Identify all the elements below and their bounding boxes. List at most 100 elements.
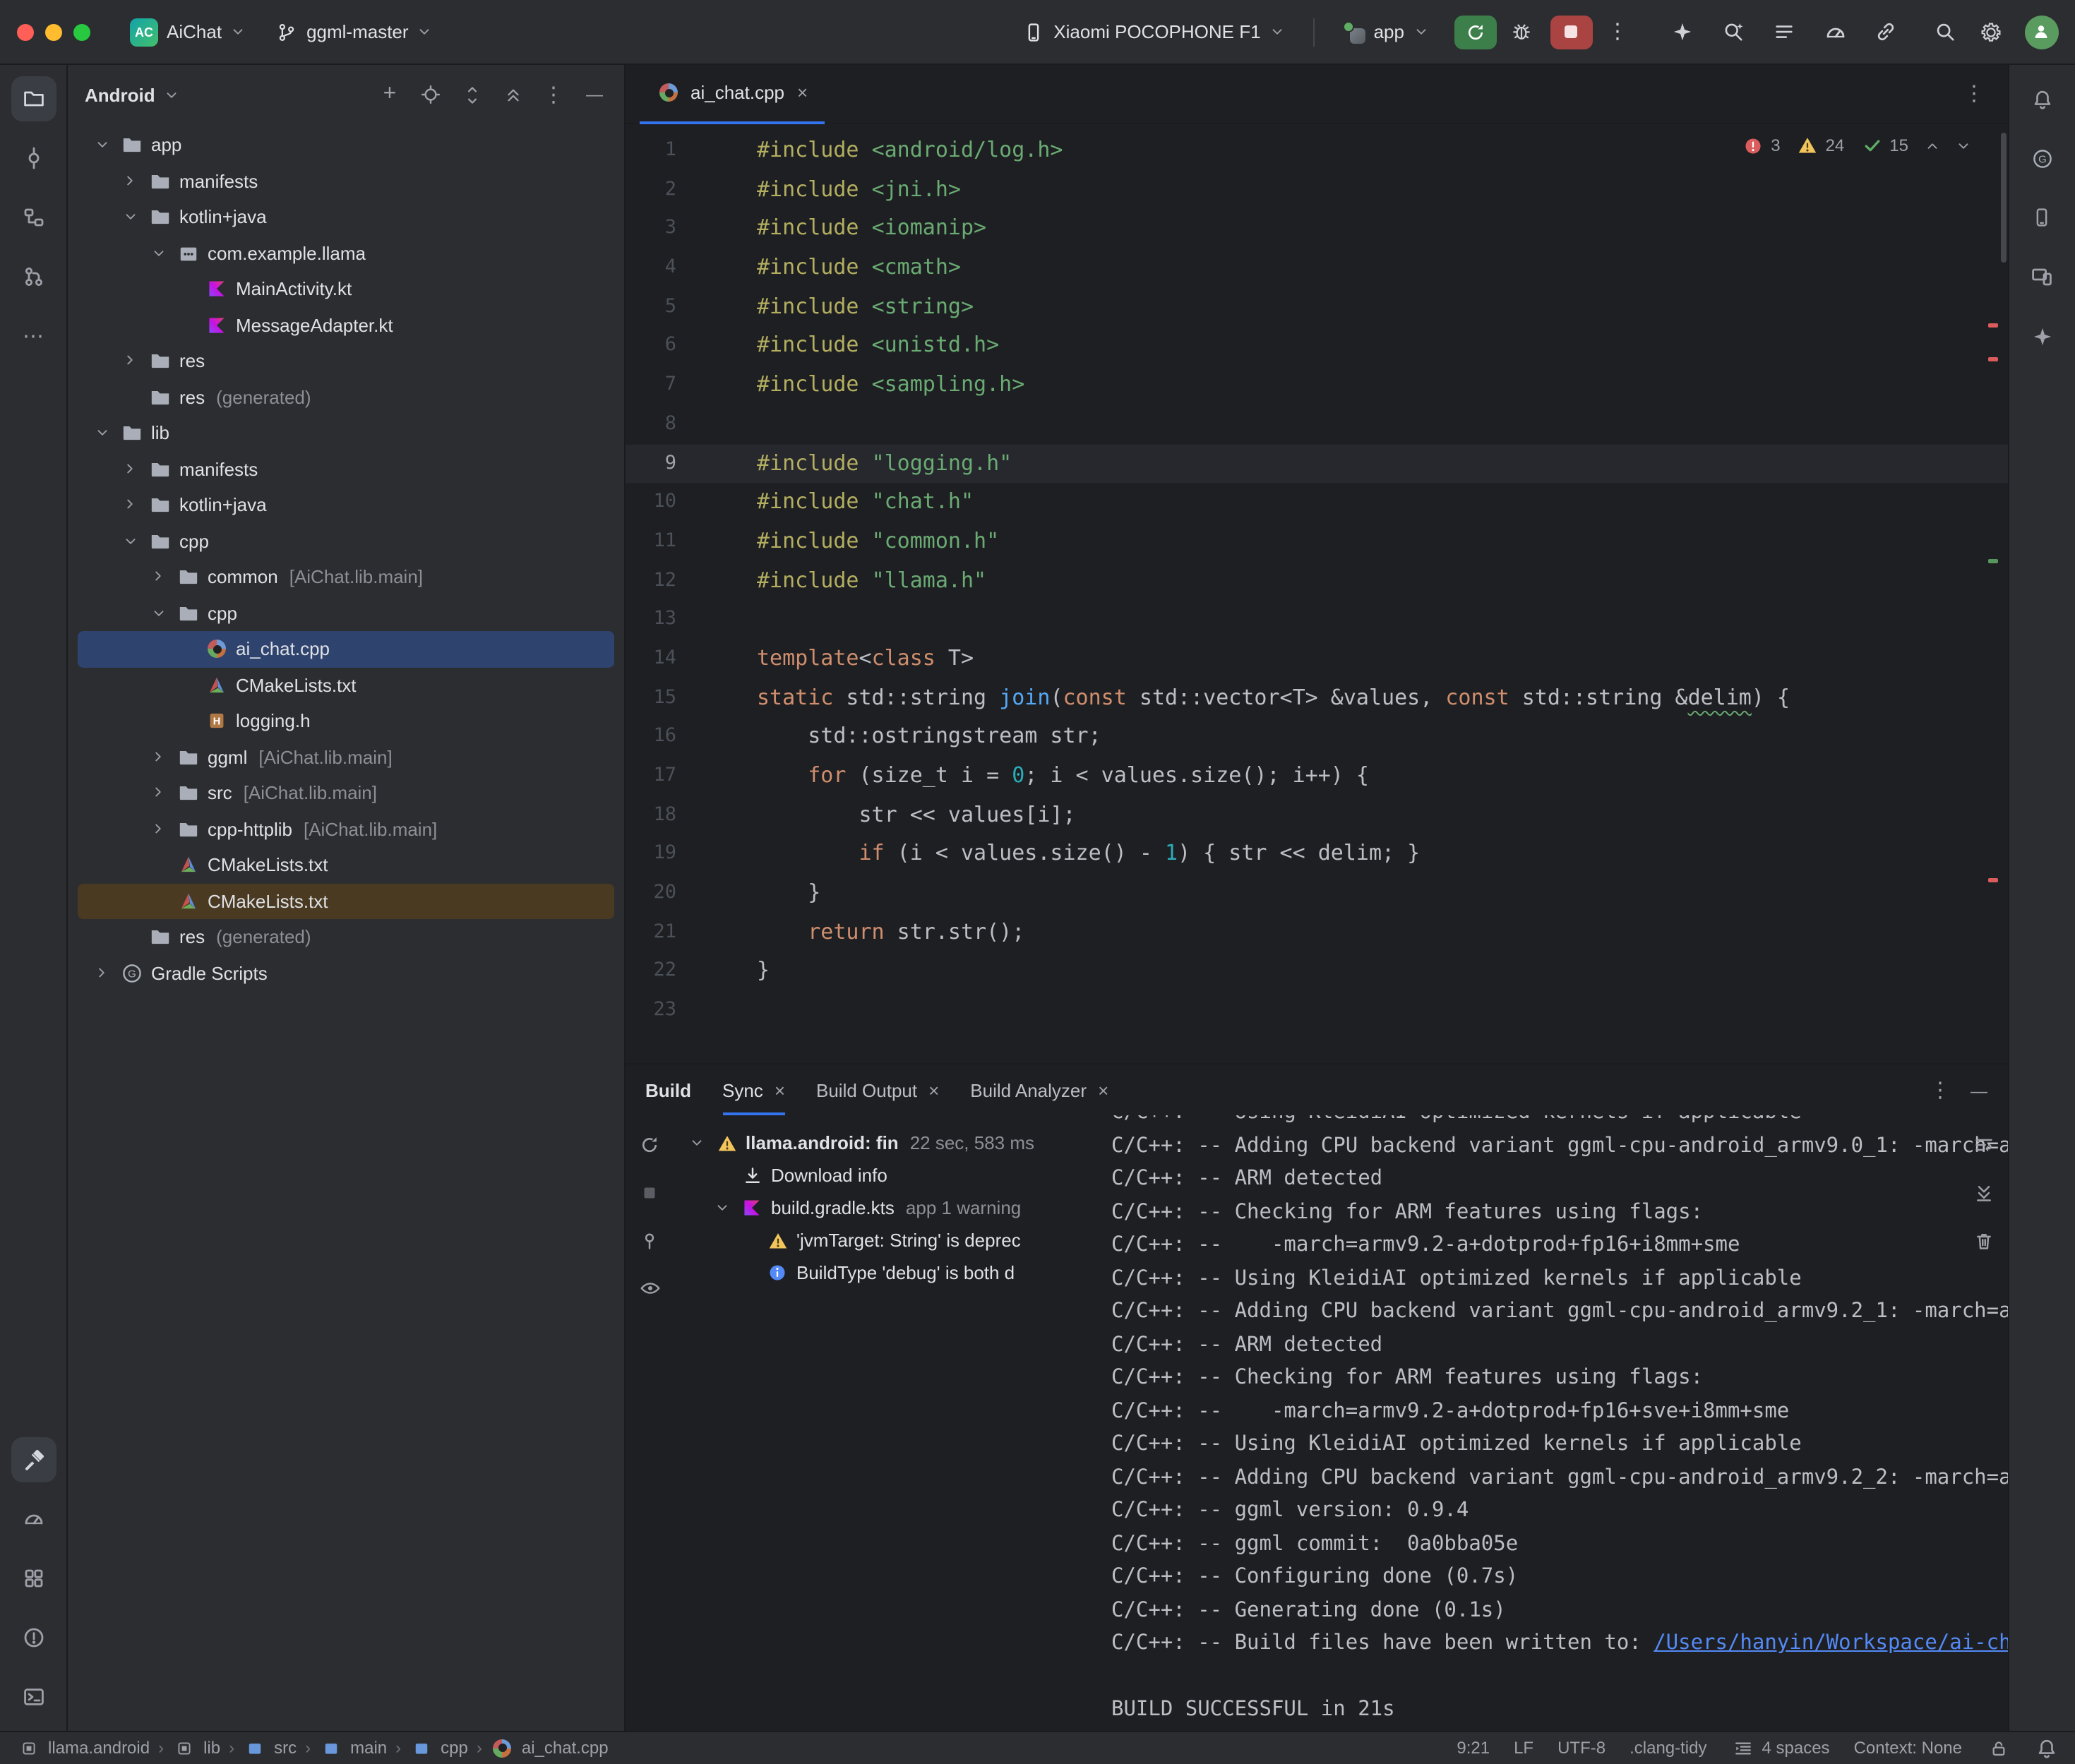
- project-tree-item[interactable]: ggml[AiChat.lib.main]: [78, 739, 614, 775]
- project-selector[interactable]: AC AiChat: [119, 12, 257, 52]
- build-options-icon[interactable]: ⋮: [1930, 1079, 1951, 1100]
- code-line[interactable]: 10#include "chat.h": [626, 483, 2007, 522]
- encoding-widget[interactable]: UTF-8: [1557, 1739, 1605, 1758]
- code-line[interactable]: 12#include "llama.h": [626, 561, 2007, 600]
- tree-toggle-icon[interactable]: [122, 350, 138, 373]
- task-list-button[interactable]: [1764, 12, 1804, 52]
- tree-toggle-icon[interactable]: [94, 962, 109, 985]
- code-line[interactable]: 11#include "common.h": [626, 522, 2007, 561]
- project-tree-item[interactable]: CMakeLists.txt: [78, 883, 614, 919]
- debug-button[interactable]: [1502, 12, 1541, 52]
- app-inspection-icon[interactable]: [11, 1556, 56, 1601]
- clang-tidy-widget[interactable]: .clang-tidy: [1629, 1739, 1706, 1758]
- zoom-window-button[interactable]: [73, 23, 90, 40]
- code-line[interactable]: 13: [626, 601, 2007, 640]
- device-mirroring-button[interactable]: [1866, 12, 1906, 52]
- stop-icon[interactable]: [638, 1180, 662, 1204]
- code-line[interactable]: 20 }: [626, 874, 2007, 913]
- tree-toggle-icon[interactable]: [685, 1135, 707, 1151]
- more-tools-icon[interactable]: ⋯: [11, 313, 56, 359]
- code-line[interactable]: 16 std::ostringstream str;: [626, 718, 2007, 757]
- code-line[interactable]: 8: [626, 405, 2007, 444]
- build-console[interactable]: C/C++: -- Using KleidiAI optimized kerne…: [1094, 1115, 2007, 1731]
- tree-toggle-icon[interactable]: [150, 818, 166, 841]
- run-config-selector[interactable]: app: [1332, 15, 1440, 49]
- tab-build-output[interactable]: Build Output×: [816, 1064, 939, 1115]
- project-tree-item[interactable]: cpp-httplib[AiChat.lib.main]: [78, 811, 614, 847]
- profiler-toolbar-button[interactable]: [1815, 12, 1855, 52]
- hide-build-panel-icon[interactable]: —: [1971, 1079, 1987, 1100]
- project-tree-item[interactable]: MessageAdapter.kt: [78, 307, 614, 343]
- breadcrumb-item[interactable]: llama.android: [17, 1739, 150, 1758]
- project-tree-item[interactable]: res(generated): [78, 379, 614, 415]
- project-tree-item[interactable]: manifests: [78, 451, 614, 487]
- code-line[interactable]: 17 for (size_t i = 0; i < values.size();…: [626, 757, 2007, 796]
- status-notifications-icon[interactable]: [2034, 1738, 2058, 1759]
- breadcrumb-item[interactable]: src: [243, 1739, 297, 1758]
- context-widget[interactable]: Context: None: [1854, 1739, 1962, 1758]
- rerun-icon[interactable]: [638, 1132, 662, 1156]
- project-options-button[interactable]: ⋮: [541, 82, 566, 107]
- code-line[interactable]: 15static std::string join(const std::vec…: [626, 678, 2007, 717]
- close-tab-icon[interactable]: ×: [797, 82, 808, 103]
- build-icon[interactable]: [11, 1437, 56, 1482]
- project-tree-item[interactable]: app: [78, 127, 614, 163]
- tree-toggle-icon[interactable]: [150, 566, 166, 589]
- code-line[interactable]: 4#include <cmath>: [626, 248, 2007, 287]
- project-tree-item[interactable]: kotlin+java: [78, 487, 614, 523]
- expand-all-button[interactable]: [459, 82, 484, 107]
- project-tree-item[interactable]: MainActivity.kt: [78, 271, 614, 307]
- indent-widget[interactable]: 4 spaces: [1731, 1739, 1830, 1758]
- problems-icon[interactable]: [11, 1615, 56, 1660]
- gemini-button[interactable]: [1663, 12, 1702, 52]
- next-issue-icon[interactable]: [1955, 138, 1971, 153]
- tab-build-analyzer[interactable]: Build Analyzer×: [970, 1064, 1108, 1115]
- code-line[interactable]: 22}: [626, 952, 2007, 991]
- more-actions-button[interactable]: ⋮: [1598, 12, 1637, 52]
- code-line[interactable]: 14template<class T>: [626, 640, 2007, 678]
- stripe-mark[interactable]: [1987, 878, 1997, 882]
- project-tree-item[interactable]: lib: [78, 415, 614, 451]
- pin-icon[interactable]: [638, 1228, 662, 1252]
- assistant-icon[interactable]: [2019, 313, 2064, 359]
- soft-wrap-icon[interactable]: [1972, 1132, 1996, 1156]
- warning-count-badge[interactable]: 24: [1796, 136, 1845, 155]
- pull-requests-icon[interactable]: [11, 254, 56, 299]
- tree-toggle-icon[interactable]: [90, 426, 113, 441]
- editor-options-icon[interactable]: ⋮: [1963, 83, 1985, 104]
- commit-icon[interactable]: [11, 136, 56, 181]
- build-tree-item[interactable]: build.gradle.ktsapp 1 warning: [676, 1192, 1092, 1224]
- running-devices-icon[interactable]: [2019, 254, 2064, 299]
- breadcrumb-item[interactable]: lib: [172, 1739, 220, 1758]
- code-line[interactable]: 18 str << values[i];: [626, 796, 2007, 834]
- project-tree-item[interactable]: com.example.llama: [78, 235, 614, 271]
- project-tree-item[interactable]: CMakeLists.txt: [78, 667, 614, 703]
- tree-toggle-icon[interactable]: [90, 138, 113, 153]
- code-line[interactable]: 23: [626, 991, 2007, 1030]
- build-tree-item[interactable]: BuildType 'debug' is both d: [676, 1256, 1092, 1289]
- tree-toggle-icon[interactable]: [147, 246, 169, 261]
- project-tree-item[interactable]: src[AiChat.lib.main]: [78, 775, 614, 811]
- close-tab-icon[interactable]: ×: [775, 1079, 785, 1100]
- structure-icon[interactable]: [11, 195, 56, 240]
- caret-position-widget[interactable]: 9:21: [1457, 1739, 1490, 1758]
- add-button[interactable]: +: [377, 82, 402, 107]
- profiler-icon[interactable]: [11, 1496, 56, 1542]
- scroll-to-end-icon[interactable]: [1972, 1180, 1996, 1204]
- tree-toggle-icon[interactable]: [122, 458, 138, 481]
- previous-issue-icon[interactable]: [1924, 138, 1939, 153]
- tree-toggle-icon[interactable]: [122, 494, 138, 517]
- tree-toggle-icon[interactable]: [710, 1200, 733, 1216]
- close-tab-icon[interactable]: ×: [928, 1079, 939, 1100]
- stripe-mark[interactable]: [1987, 559, 1997, 563]
- code-line[interactable]: 21 return str.str();: [626, 913, 2007, 952]
- branch-selector[interactable]: ggml-master: [263, 16, 444, 48]
- breadcrumb-item[interactable]: cpp: [409, 1739, 468, 1758]
- project-tree-item[interactable]: common[AiChat.lib.main]: [78, 559, 614, 595]
- notifications-icon[interactable]: [2019, 76, 2064, 121]
- project-tree-item[interactable]: cpp: [78, 595, 614, 631]
- project-tree-item[interactable]: GGradle Scripts: [78, 955, 614, 991]
- code-line[interactable]: 5#include <string>: [626, 288, 2007, 327]
- minimize-window-button[interactable]: [45, 23, 62, 40]
- lock-icon[interactable]: [1986, 1739, 2010, 1758]
